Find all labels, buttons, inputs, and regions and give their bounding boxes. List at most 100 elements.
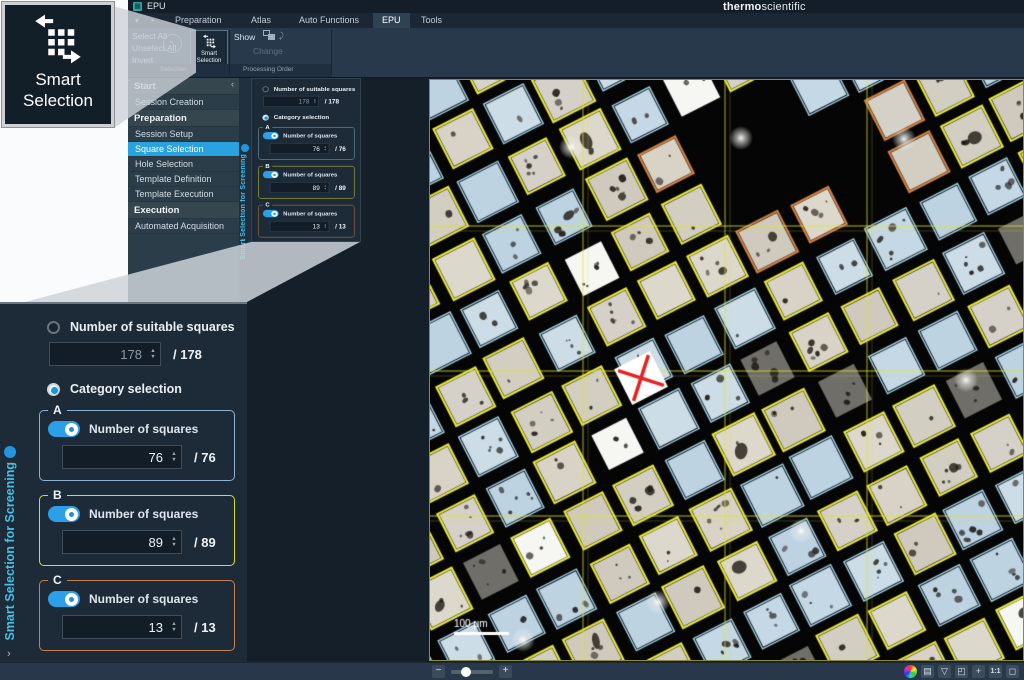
category-a-toggle[interactable]	[263, 132, 279, 139]
sidebar-header-execution: Execution	[128, 202, 239, 219]
smart-selection-side-tab-large[interactable]: Smart Selection for Screening ›	[0, 304, 25, 662]
spinner[interactable]: ▲▼	[322, 146, 329, 151]
sidebar-item-template-execution[interactable]: Template Execution	[128, 187, 239, 202]
number-of-squares-label: Number of squares	[283, 171, 337, 177]
category-selection-label: Category selection	[274, 114, 329, 120]
badge-label: SmartSelection	[23, 69, 93, 111]
sidebar-item-session-setup[interactable]: Session Setup	[128, 127, 239, 142]
category-a-input[interactable]: 76 ▲▼	[270, 143, 329, 154]
brand-logo: thermoscientific	[723, 1, 806, 13]
color-wheel-icon[interactable]	[904, 665, 917, 678]
smart-selection-side-tab[interactable]: Smart Selection for Screening ›	[239, 78, 251, 248]
smart-selection-icon	[202, 34, 217, 49]
category-a-group: A Number of squares 76 ▲▼ / 76	[39, 410, 235, 481]
category-c-label: C	[48, 573, 67, 587]
sidebar-header-preparation: Preparation	[128, 110, 239, 127]
category-b-total: / 89	[335, 184, 346, 191]
info-dot-icon	[241, 144, 249, 152]
smart-selection-button-label: SmartSelection	[197, 51, 222, 65]
sidebar-item-square-selection[interactable]: Square Selection	[128, 142, 239, 157]
category-b-group: B Number of squares 89 ▲▼ / 89	[39, 495, 235, 566]
number-of-squares-label: Number of squares	[283, 133, 337, 139]
zoom-out-button[interactable]: −	[432, 665, 445, 678]
spinner[interactable]: ▲▼	[146, 348, 160, 360]
tab-auto-functions[interactable]: Auto Functions	[290, 13, 368, 28]
category-c-total: / 13	[194, 620, 216, 635]
ribbon-separator	[229, 30, 230, 74]
grid-atlas-image[interactable]	[430, 80, 1023, 660]
filter-icon[interactable]: ▽	[938, 665, 951, 678]
change-icon	[263, 30, 278, 43]
spinner[interactable]: ▲▼	[167, 451, 181, 463]
side-tab-chevron-icon[interactable]: ›	[240, 238, 247, 240]
tab-epu[interactable]: EPU	[373, 13, 410, 28]
smart-selection-badge: SmartSelection	[2, 2, 114, 127]
change-arrow-icon: ⤸	[279, 31, 284, 41]
category-c-label: C	[263, 202, 272, 208]
category-c-toggle[interactable]	[263, 210, 279, 217]
side-tab-label: Smart Selection for Screening	[3, 462, 17, 641]
zoom-slider-knob[interactable]	[461, 667, 471, 677]
suitable-squares-input[interactable]: 178 ▲▼	[49, 342, 161, 366]
category-c-input[interactable]: 13 ▲▼	[270, 221, 329, 232]
spinner[interactable]: ▲▼	[167, 621, 181, 633]
category-b-label: B	[48, 488, 67, 502]
category-c-group: C Number of squares 13 ▲▼ / 13	[258, 205, 354, 238]
brand-light: scientific	[761, 1, 805, 13]
smart-selection-panel-small: Number of suitable squares 178 ▲▼ / 178 …	[251, 78, 361, 242]
category-selection-radio[interactable]	[47, 383, 60, 396]
category-b-input[interactable]: 89 ▲▼	[62, 530, 182, 554]
suitable-squares-input[interactable]: 178 ▲▼	[263, 96, 318, 107]
suitable-squares-total: / 178	[325, 98, 339, 105]
sidebar-item-automated-acquisition[interactable]: Automated Acquisition	[128, 219, 239, 234]
category-b-input[interactable]: 89 ▲▼	[270, 182, 329, 193]
processing-order-group-label: Processing Order	[243, 66, 294, 73]
number-of-squares-label: Number of squares	[89, 592, 198, 606]
change-button[interactable]: Change	[253, 46, 283, 56]
category-a-input[interactable]: 76 ▲▼	[62, 445, 182, 469]
spinner[interactable]: ▲▼	[311, 99, 318, 104]
category-c-total: / 13	[335, 223, 346, 230]
category-c-input[interactable]: 13 ▲▼	[62, 615, 182, 639]
sidebar-item-template-definition[interactable]: Template Definition	[128, 172, 239, 187]
spinner[interactable]: ▲▼	[322, 185, 329, 190]
category-b-toggle[interactable]	[263, 171, 279, 178]
zoom-in-button[interactable]: +	[499, 665, 512, 678]
suitable-squares-radio[interactable]	[262, 86, 268, 92]
number-of-squares-label: Number of squares	[283, 210, 337, 216]
grid-atlas-view[interactable]	[429, 79, 1024, 661]
sidebar-item-hole-selection[interactable]: Hole Selection	[128, 157, 239, 172]
selection-frame-icon[interactable]: ◻	[1006, 665, 1019, 678]
category-a-group: A Number of squares 76 ▲▼ / 76	[258, 127, 354, 160]
tab-atlas[interactable]: Atlas	[242, 13, 280, 28]
sidebar-collapse-icon[interactable]: ‹	[231, 79, 234, 89]
spinner[interactable]: ▲▼	[167, 536, 181, 548]
number-of-squares-label: Number of squares	[89, 422, 198, 436]
category-a-label: A	[263, 124, 272, 130]
category-b-toggle[interactable]	[48, 506, 80, 522]
category-selection-radio[interactable]	[262, 114, 268, 120]
move-icon[interactable]: +	[972, 665, 985, 678]
suitable-squares-radio[interactable]	[47, 321, 60, 334]
display-settings-icon[interactable]: ▤	[921, 665, 934, 678]
category-a-label: A	[48, 403, 67, 417]
tab-tools[interactable]: Tools	[412, 13, 451, 28]
zoom-slider[interactable]	[451, 670, 493, 674]
fit-view-icon[interactable]: ◰	[955, 665, 968, 678]
category-a-total: / 76	[194, 450, 216, 465]
number-of-squares-label: Number of squares	[89, 507, 198, 521]
category-a-toggle[interactable]	[48, 421, 80, 437]
side-tab-chevron-icon[interactable]: ›	[7, 648, 11, 660]
smart-selection-icon	[32, 13, 84, 65]
show-label[interactable]: Show	[234, 32, 255, 42]
category-b-total: / 89	[194, 535, 216, 550]
app-icon: ▦	[133, 2, 142, 11]
smart-selection-panel-large: Smart Selection for Screening › Number o…	[0, 302, 247, 662]
one-to-one-button[interactable]: 1:1	[989, 665, 1002, 678]
spinner[interactable]: ▲▼	[322, 224, 329, 229]
brand-bold: thermo	[723, 1, 761, 13]
category-c-toggle[interactable]	[48, 591, 80, 607]
category-c-group: C Number of squares 13 ▲▼ / 13	[39, 580, 235, 651]
view-tools: ▤ ▽ ◰ + 1:1 ◻	[904, 665, 1019, 678]
zoom-control: − +	[432, 665, 512, 678]
